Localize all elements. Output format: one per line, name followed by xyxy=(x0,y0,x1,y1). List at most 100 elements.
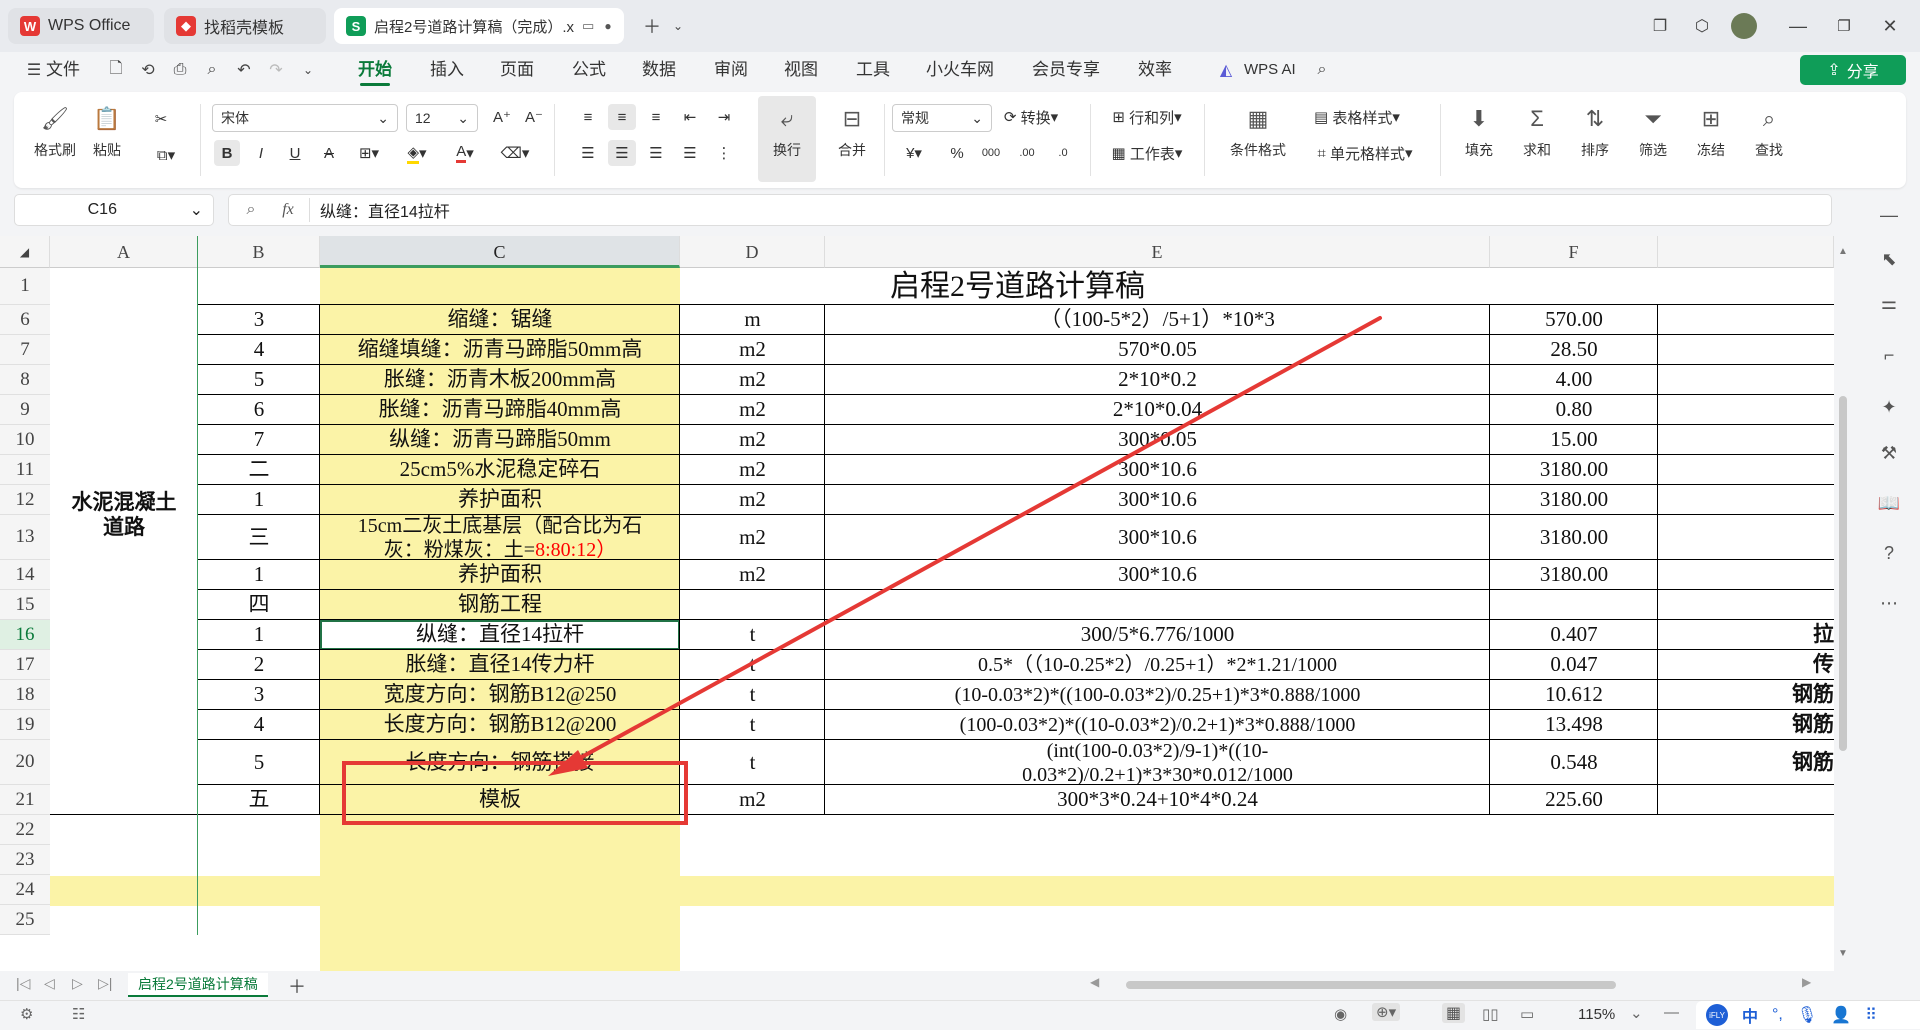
avatar[interactable] xyxy=(1730,12,1758,40)
decrease-decimal-icon[interactable]: .0 xyxy=(1048,140,1078,166)
border-icon[interactable]: ⊞▾ xyxy=(350,140,388,166)
tab-wps-office[interactable]: W WPS Office xyxy=(8,8,154,44)
zoom-out-icon[interactable]: — xyxy=(1664,1004,1679,1021)
percent-icon[interactable]: % xyxy=(944,140,970,166)
cond-format-button[interactable]: ▦ 条件格式 xyxy=(1220,104,1296,160)
ai-sparkle-icon[interactable]: ✦ xyxy=(1876,394,1902,420)
font-size-select[interactable]: 12 ⌄ xyxy=(406,104,478,132)
decrease-font-icon[interactable]: A⁻ xyxy=(522,104,546,130)
align-top-icon[interactable]: ≡ xyxy=(574,104,602,130)
sum-button[interactable]: Σ 求和 xyxy=(1512,104,1562,160)
add-sheet-icon[interactable]: ＋ xyxy=(288,973,306,999)
menu-view[interactable]: 视图 xyxy=(784,52,818,88)
copy-icon[interactable]: ⧉▾ xyxy=(148,142,184,168)
menu-xiaohuoche[interactable]: 小火车网 xyxy=(926,52,994,88)
rows-cols-button[interactable]: ⊞ 行和列 ▾ xyxy=(1102,104,1192,130)
wrap-text-button[interactable]: ⤶ 换行 xyxy=(758,96,816,182)
redo-icon[interactable]: ↷ xyxy=(264,58,288,82)
underline-button[interactable]: U xyxy=(282,140,308,166)
unsaved-dot-icon[interactable]: ● xyxy=(604,19,611,33)
print-icon[interactable]: ⎙ xyxy=(168,58,192,82)
menu-insert[interactable]: 插入 xyxy=(430,52,464,88)
hamburger-icon[interactable]: ☰ xyxy=(22,58,46,82)
restore-icon[interactable]: ❐ xyxy=(1830,12,1858,40)
tab-docer[interactable]: ◆ 找稻壳模板 xyxy=(164,8,326,44)
new-file-icon[interactable]: 🗋 xyxy=(104,58,128,82)
name-box[interactable]: C16 ⌄ xyxy=(14,194,214,226)
settings-sliders-icon[interactable]: ⚌ xyxy=(1876,290,1902,316)
h-scroll-left-icon[interactable]: ◀ xyxy=(1090,975,1099,989)
align-bottom-icon[interactable]: ≡ xyxy=(642,104,670,130)
normal-view-icon[interactable]: ▦ xyxy=(1442,1003,1466,1023)
zoom-icon[interactable]: ⌕ xyxy=(229,201,273,219)
cube-icon[interactable]: ⬡ xyxy=(1688,12,1716,40)
menu-wps-ai[interactable]: WPS AI xyxy=(1244,52,1296,88)
page-break-icon[interactable]: ▭ xyxy=(1520,1005,1534,1023)
cell-style-button[interactable]: ⌗ 单元格样式 ▾ xyxy=(1302,140,1428,166)
bold-button[interactable]: B xyxy=(214,140,240,166)
freeze-button[interactable]: ⊞ 冻结 xyxy=(1686,104,1736,160)
strikethrough-button[interactable]: A xyxy=(316,140,342,166)
fx-icon[interactable]: fx xyxy=(273,201,303,219)
punctuation-icon[interactable]: °, xyxy=(1772,1006,1783,1024)
align-left-icon[interactable]: ☰ xyxy=(574,140,602,166)
crop-icon[interactable]: ⌐ xyxy=(1876,342,1902,368)
table-style-button[interactable]: ▤ 表格样式 ▾ xyxy=(1302,104,1412,130)
h-scroll-right-icon[interactable]: ▶ xyxy=(1802,975,1811,989)
fill-button[interactable]: ⬇ 填充 xyxy=(1454,104,1504,160)
microphone-icon[interactable]: 🎙 xyxy=(1797,1005,1817,1025)
sort-button[interactable]: ⇅ 排序 xyxy=(1570,104,1620,160)
convert-button[interactable]: ⟳ 转换 ▾ xyxy=(988,104,1074,130)
menu-efficiency[interactable]: 效率 xyxy=(1138,52,1172,88)
clear-format-icon[interactable]: ⌫▾ xyxy=(494,140,536,166)
spreadsheet-grid[interactable]: ◢ A B C D E F 1 启程2号道路计算稿 6 3 缩缝：锯缝 m （（100-5*… xyxy=(0,236,1840,971)
macro-icon[interactable]: ⚙ xyxy=(20,1005,33,1023)
eye-icon[interactable]: ◉ xyxy=(1334,1005,1347,1023)
vertical-scrollbar[interactable]: ▲ ▼ xyxy=(1834,236,1852,971)
chevron-down-icon[interactable]: ⌄ xyxy=(664,12,692,40)
tab-spreadsheet[interactable]: S 启程2号道路计算稿（完成）.x ▭ ● xyxy=(334,8,624,44)
tools-icon[interactable]: ⚒ xyxy=(1876,440,1902,466)
scroll-down-icon[interactable]: ▼ xyxy=(1838,948,1848,959)
find-button[interactable]: ⌕ 查找 xyxy=(1744,104,1794,160)
scroll-thumb[interactable] xyxy=(1839,396,1847,751)
font-color-icon[interactable]: A ▾ xyxy=(444,140,486,166)
increase-font-icon[interactable]: A⁺ xyxy=(490,104,514,130)
horizontal-scroll-thumb[interactable] xyxy=(1126,981,1616,989)
indent-decrease-icon[interactable]: ⇤ xyxy=(676,104,704,130)
cursor-icon[interactable]: ⬉ xyxy=(1876,246,1902,272)
menu-file[interactable]: 文件 xyxy=(46,52,80,88)
italic-button[interactable]: I xyxy=(248,140,274,166)
increase-decimal-icon[interactable]: .00 xyxy=(1012,140,1042,166)
align-right-icon[interactable]: ☰ xyxy=(642,140,670,166)
align-middle-icon[interactable]: ≡ xyxy=(608,104,636,130)
currency-icon[interactable]: ¥▾ xyxy=(894,140,934,166)
ifly-logo-icon[interactable]: iFLY xyxy=(1706,1004,1728,1026)
window-switch-icon[interactable]: ❐ xyxy=(1646,12,1674,40)
more-icon[interactable]: ⋯ xyxy=(1876,590,1902,616)
zoom-level[interactable]: 115% xyxy=(1578,1006,1615,1023)
minimize-icon[interactable]: — xyxy=(1784,12,1812,40)
page-layout-icon[interactable]: ▯▯ xyxy=(1482,1005,1499,1023)
book-icon[interactable]: 📖 xyxy=(1876,490,1902,516)
indent-increase-icon[interactable]: ⇥ xyxy=(710,104,738,130)
justify-icon[interactable]: ☰ xyxy=(676,140,704,166)
align-center-icon[interactable]: ☰ xyxy=(608,140,636,166)
menu-home[interactable]: 开始 xyxy=(358,52,392,88)
next-sheet-icon[interactable]: ▷ xyxy=(72,975,83,992)
menu-review[interactable]: 审阅 xyxy=(714,52,748,88)
merge-button[interactable]: ⊟ 合并 xyxy=(822,104,882,160)
scroll-up-icon[interactable]: ▲ xyxy=(1838,246,1848,257)
collapse-icon[interactable]: — xyxy=(1876,202,1902,228)
crosshair-icon[interactable]: ⊕▾ xyxy=(1372,1003,1401,1021)
help-icon[interactable]: ? xyxy=(1876,540,1902,566)
number-format-select[interactable]: 常规 ⌄ xyxy=(892,104,992,132)
new-tab-icon[interactable]: ＋ xyxy=(638,12,666,40)
thousands-icon[interactable]: 000 xyxy=(976,140,1006,166)
grid-menu-icon[interactable]: ⠿ xyxy=(1865,1005,1877,1025)
sheet-list-icon[interactable]: ☷ xyxy=(72,1005,85,1023)
paste-button[interactable]: 📋 粘贴 xyxy=(92,104,122,160)
filter-button[interactable]: ⏷ 筛选 xyxy=(1628,104,1678,160)
last-sheet-icon[interactable]: ▷| xyxy=(98,975,112,992)
menu-vip[interactable]: 会员专享 xyxy=(1032,52,1100,88)
